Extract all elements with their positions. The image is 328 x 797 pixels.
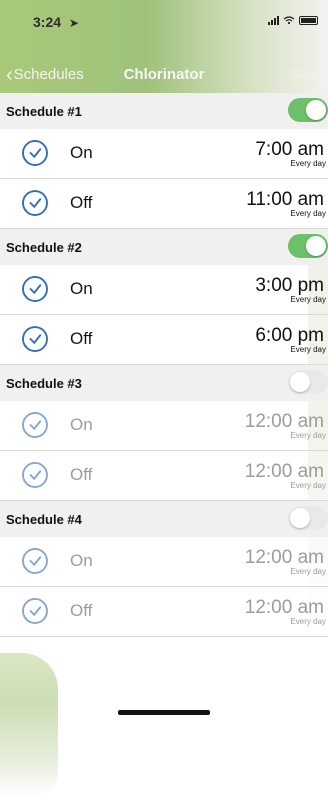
save-button[interactable]: Save bbox=[291, 66, 325, 83]
status-bar: 3:24 ➤ bbox=[0, 0, 328, 48]
schedule-3-on-row[interactable]: On 12:00 am Every day bbox=[0, 401, 328, 451]
clock-icon bbox=[22, 190, 48, 216]
schedule-2-title: Schedule #2 bbox=[6, 240, 82, 255]
schedule-1-title: Schedule #1 bbox=[6, 104, 82, 119]
row-time: 3:00 pm bbox=[255, 275, 324, 296]
row-time: 12:00 am bbox=[244, 597, 324, 618]
row-repeat: Every day bbox=[290, 159, 326, 168]
row-kind: Off bbox=[70, 329, 93, 348]
schedule-4-off-row[interactable]: Off 12:00 am Every day bbox=[0, 587, 328, 637]
schedule-4-title: Schedule #4 bbox=[6, 512, 82, 527]
schedule-4-on-row[interactable]: On 12:00 am Every day bbox=[0, 537, 328, 587]
row-repeat: Every day bbox=[290, 567, 326, 576]
signal-icon bbox=[268, 16, 279, 25]
status-icons bbox=[268, 16, 318, 25]
row-time: 7:00 am bbox=[255, 139, 324, 160]
row-time: 11:00 am bbox=[246, 189, 324, 210]
row-repeat: Every day bbox=[290, 481, 326, 490]
location-arrow-icon: ➤ bbox=[68, 16, 79, 30]
row-repeat: Every day bbox=[290, 431, 326, 440]
schedule-3-title: Schedule #3 bbox=[6, 376, 82, 391]
schedule-2-on-row[interactable]: On 3:00 pm Every day bbox=[0, 265, 328, 315]
toggle-knob bbox=[306, 100, 326, 120]
background-decoration-left bbox=[0, 653, 58, 797]
schedule-2-off-row[interactable]: Off 6:00 pm Every day bbox=[0, 315, 328, 365]
navigation-bar: ‹ Schedules Chlorinator Save bbox=[0, 60, 328, 88]
row-time: 12:00 am bbox=[244, 411, 324, 432]
clock-icon bbox=[22, 598, 48, 624]
clock-icon bbox=[22, 276, 48, 302]
home-indicator bbox=[118, 710, 210, 715]
row-kind: Off bbox=[70, 465, 93, 484]
clock-icon bbox=[22, 326, 48, 352]
header: 3:24 ➤ ‹ Schedules Chlorinator Save bbox=[0, 0, 328, 93]
row-kind: On bbox=[70, 415, 93, 434]
clock-icon bbox=[22, 462, 48, 488]
toggle-knob bbox=[306, 236, 326, 256]
row-kind: Off bbox=[70, 601, 93, 620]
row-repeat: Every day bbox=[290, 209, 326, 218]
schedule-3-header: Schedule #3 bbox=[0, 365, 328, 401]
status-time: 3:24 ➤ bbox=[33, 14, 79, 30]
row-time: 12:00 am bbox=[244, 547, 324, 568]
schedule-4-toggle[interactable] bbox=[288, 506, 328, 530]
row-repeat: Every day bbox=[290, 617, 326, 626]
clock-icon bbox=[22, 140, 48, 166]
schedule-2-header: Schedule #2 bbox=[0, 229, 328, 265]
schedule-1-header: Schedule #1 bbox=[0, 93, 328, 129]
content: Schedule #1 On 7:00 am Every day Off 11:… bbox=[0, 93, 328, 797]
row-repeat: Every day bbox=[290, 345, 326, 354]
clock-icon bbox=[22, 548, 48, 574]
row-kind: Off bbox=[70, 193, 93, 212]
status-time-text: 3:24 bbox=[33, 14, 62, 30]
row-kind: On bbox=[70, 551, 93, 570]
schedule-1-toggle[interactable] bbox=[288, 98, 328, 122]
row-kind: On bbox=[70, 279, 93, 298]
wifi-icon bbox=[283, 16, 295, 25]
schedule-1-off-row[interactable]: Off 11:00 am Every day bbox=[0, 179, 328, 229]
page-title: Chlorinator bbox=[123, 66, 205, 83]
schedule-1-on-row[interactable]: On 7:00 am Every day bbox=[0, 129, 328, 179]
schedule-4-header: Schedule #4 bbox=[0, 501, 328, 537]
toggle-knob bbox=[290, 372, 310, 392]
schedule-3-off-row[interactable]: Off 12:00 am Every day bbox=[0, 451, 328, 501]
row-kind: On bbox=[70, 143, 93, 162]
schedule-2-toggle[interactable] bbox=[288, 234, 328, 258]
row-repeat: Every day bbox=[290, 295, 326, 304]
row-time: 12:00 am bbox=[244, 461, 324, 482]
toggle-knob bbox=[290, 508, 310, 528]
clock-icon bbox=[22, 412, 48, 438]
schedule-3-toggle[interactable] bbox=[288, 370, 328, 394]
battery-icon bbox=[299, 16, 318, 25]
row-time: 6:00 pm bbox=[255, 325, 324, 346]
